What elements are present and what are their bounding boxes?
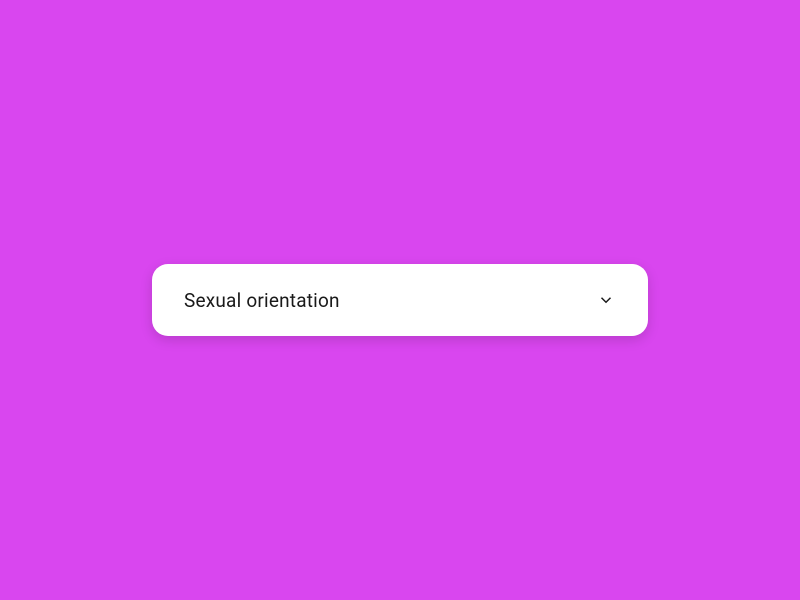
dropdown-label: Sexual orientation [184, 289, 340, 312]
chevron-down-icon [596, 290, 616, 310]
sexual-orientation-dropdown[interactable]: Sexual orientation [152, 264, 648, 336]
